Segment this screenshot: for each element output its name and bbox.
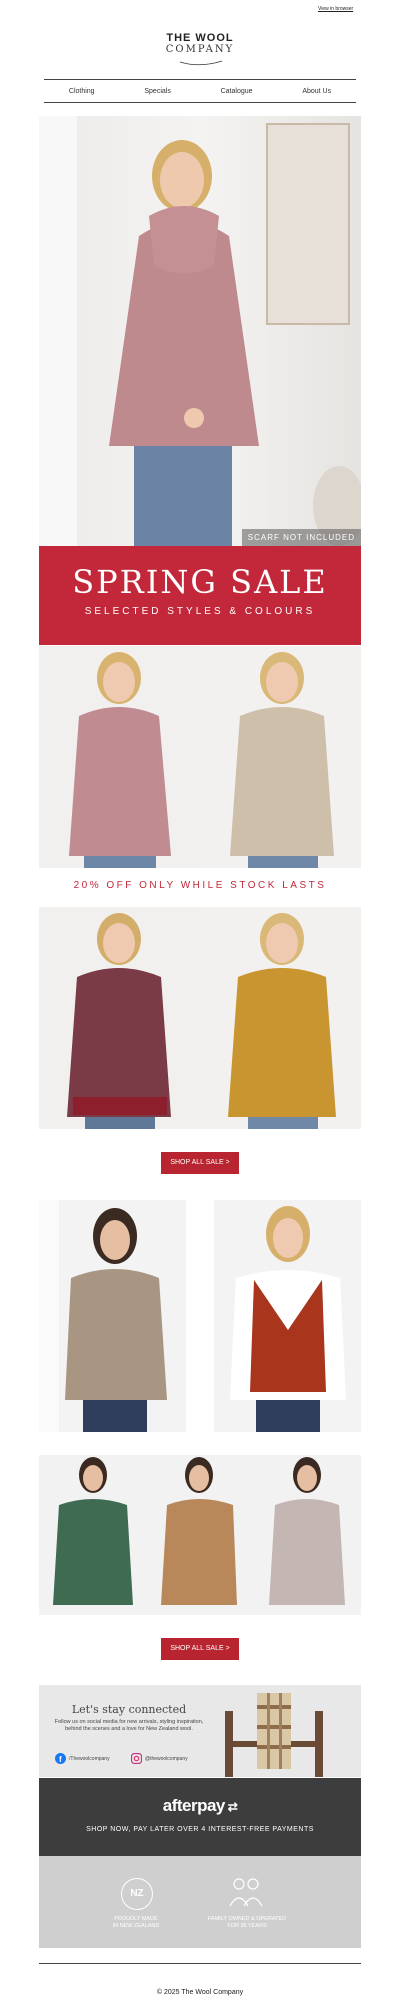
nz-badge-icon: NZ: [121, 1878, 153, 1910]
footer-divider: [39, 1963, 361, 1964]
nz-badge-line-2: IN NEW ZEALAND: [112, 1923, 160, 1929]
logo-line-2: COMPANY: [165, 44, 235, 55]
promo-text: 20% OFF ONLY WHILE STOCK LASTS: [73, 880, 327, 891]
logo-swoosh-icon: [179, 60, 223, 66]
product-image-taupe-sweater[interactable]: [39, 1200, 186, 1432]
nav-item-catalogue[interactable]: Catalogue: [221, 88, 253, 95]
afterpay-text: SHOP NOW, PAY LATER OVER 4 INTEREST-FREE…: [86, 1826, 314, 1833]
spring-sale-banner[interactable]: SPRING SALE SELECTED STYLES & COLOURS: [39, 546, 361, 645]
afterpay-arrows-icon: ⇄: [224, 1800, 238, 1814]
facebook-handle: /Thewoolcompany: [69, 1755, 110, 1762]
banner-subtitle: SELECTED STYLES & COLOURS: [84, 606, 316, 617]
instagram-link[interactable]: @thewoolcompany: [131, 1753, 188, 1764]
instagram-handle: @thewoolcompany: [145, 1755, 188, 1762]
instagram-icon: [131, 1753, 142, 1764]
product-image-rust-vest[interactable]: [214, 1200, 361, 1432]
svg-text:f: f: [59, 1755, 62, 1764]
product-image-pink-sweater[interactable]: [39, 646, 200, 868]
banner-title: SPRING SALE: [72, 563, 328, 601]
product-image-burgundy-sweater[interactable]: [39, 907, 200, 1129]
copyright-text: © 2025 The Wool Company: [156, 1989, 244, 1996]
social-heading: Let's stay connected: [71, 1703, 187, 1716]
view-in-browser-link[interactable]: View in browser: [318, 6, 353, 12]
family-badge-line-2: FOR 35 YEARS: [227, 1923, 267, 1929]
family-badge-line-1: FAMILY OWNED & OPERATED: [207, 1916, 287, 1922]
chair-blanket-image: [225, 1693, 323, 1777]
hero-image[interactable]: SCARF NOT INCLUDED: [39, 116, 361, 546]
nav-item-clothing[interactable]: Clothing: [69, 88, 95, 95]
social-section: Let's stay connected Follow us on social…: [39, 1685, 361, 1777]
product-image-oatmeal-sweater[interactable]: [200, 646, 361, 868]
afterpay-logo: afterpay ⇄: [39, 1796, 361, 1816]
nz-badge-line-1: PROUDLY MADE: [114, 1916, 158, 1922]
shop-all-sale-button-2[interactable]: SHOP ALL SALE >: [161, 1638, 239, 1660]
afterpay-logo-text: afterpay: [162, 1796, 226, 1815]
product-image-turtleneck-trio[interactable]: [39, 1455, 361, 1615]
nav-item-specials[interactable]: Specials: [144, 88, 170, 95]
facebook-icon: f: [55, 1753, 66, 1764]
main-nav: Clothing Specials Catalogue About Us: [44, 80, 356, 102]
social-body: Follow us on social media for new arriva…: [54, 1719, 204, 1732]
brand-logo[interactable]: THE WOOL COMPANY: [150, 32, 250, 73]
shop-all-sale-button[interactable]: SHOP ALL SALE >: [161, 1152, 239, 1174]
product-image-mustard-sweater[interactable]: [200, 907, 361, 1129]
brand-badges: NZ PROUDLY MADE IN NEW ZEALAND FAMILY OW…: [39, 1856, 361, 1948]
nav-divider-bottom: [44, 102, 356, 103]
facebook-link[interactable]: f /Thewoolcompany: [55, 1753, 110, 1764]
hero-caption: SCARF NOT INCLUDED: [241, 529, 361, 546]
family-icon: [229, 1878, 263, 1907]
nav-item-about-us[interactable]: About Us: [302, 88, 331, 95]
logo-line-1: THE WOOL: [166, 32, 234, 44]
afterpay-section[interactable]: afterpay ⇄ SHOP NOW, PAY LATER OVER 4 IN…: [39, 1778, 361, 1856]
